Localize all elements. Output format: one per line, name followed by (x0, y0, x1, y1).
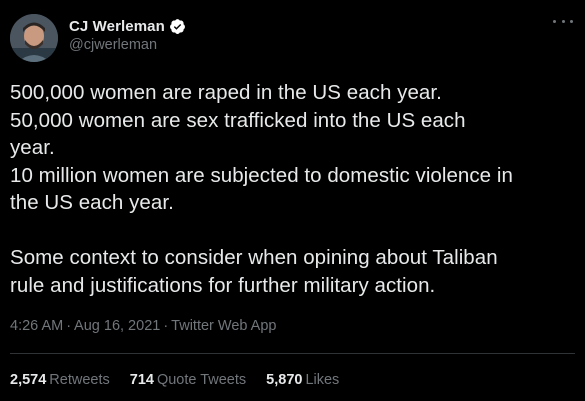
tweet-time[interactable]: 4:26 AM (10, 318, 63, 334)
author-handle[interactable]: @cjwerleman (69, 37, 186, 53)
quote-tweets-label: Quote Tweets (156, 372, 247, 388)
retweets-stat[interactable]: 2,574 Retweets (10, 372, 110, 388)
quote-tweets-count: 714 (129, 372, 154, 388)
more-horizontal-icon[interactable] (553, 14, 573, 28)
tweet-date[interactable]: Aug 16, 2021 (74, 318, 160, 334)
quote-tweets-stat[interactable]: 714 Quote Tweets (130, 372, 246, 388)
tweet-text-line: the US each year. (10, 191, 174, 214)
likes-count: 5,870 (266, 372, 303, 388)
more-dot (561, 19, 565, 23)
tweet-text-line: Some context to consider when opining ab… (10, 246, 498, 269)
tweet-card: CJ Werleman @cjwerleman 500,000 women ar… (0, 0, 585, 401)
more-dot (570, 19, 573, 23)
avatar[interactable] (10, 14, 58, 62)
verified-badge-icon (169, 18, 186, 35)
more-dot (553, 19, 556, 23)
tweet-text: 500,000 women are raped in the US each y… (10, 79, 575, 299)
tweet-stats: 2,574 Retweets 714 Quote Tweets 5,870 Likes (10, 372, 359, 388)
likes-label: Likes (305, 372, 340, 388)
tweet-text-line: year. (10, 136, 55, 159)
divider (10, 353, 575, 354)
tweet-text-line: 50,000 women are sex trafficked into the… (10, 108, 466, 132)
tweet-metadata: 4:26 AM · Aug 16, 2021 · Twitter Web App (10, 318, 276, 334)
tweet-text-line: 500,000 women are raped in the US each y… (10, 81, 442, 104)
retweets-count: 2,574 (10, 372, 47, 388)
display-name[interactable]: CJ Werleman (69, 18, 165, 35)
author-block: CJ Werleman @cjwerleman (69, 16, 186, 53)
tweet-text-line: rule and justifications for further mili… (10, 273, 436, 297)
display-name-row: CJ Werleman (69, 16, 186, 36)
meta-separator: · (66, 318, 72, 334)
meta-separator: · (163, 318, 169, 334)
tweet-source[interactable]: Twitter Web App (171, 318, 276, 334)
retweets-label: Retweets (49, 372, 110, 388)
tweet-text-line: 10 million women are subjected to domest… (10, 163, 513, 187)
avatar-image (10, 14, 58, 62)
likes-stat[interactable]: 5,870 Likes (266, 372, 339, 388)
